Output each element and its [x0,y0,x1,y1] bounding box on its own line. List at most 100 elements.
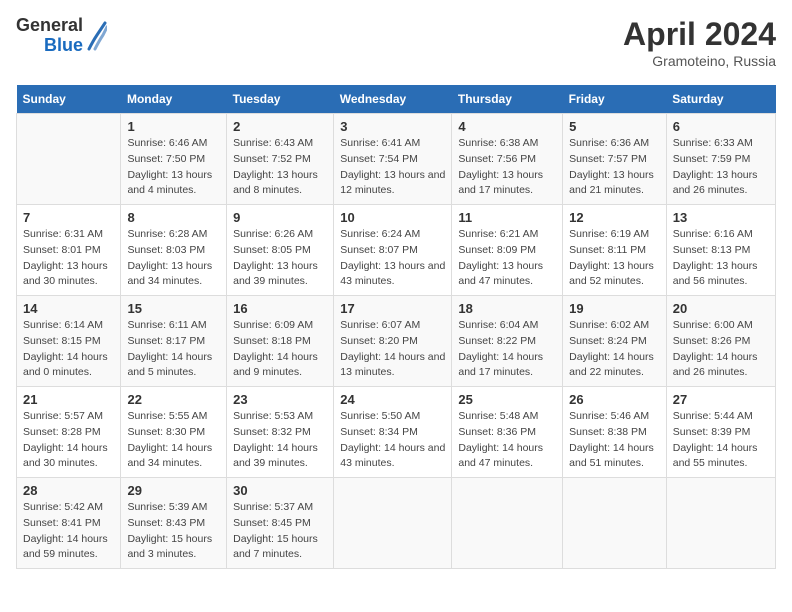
day-number: 7 [23,210,114,225]
day-info: Sunrise: 5:42 AMSunset: 8:41 PMDaylight:… [23,500,114,563]
day-number: 10 [340,210,445,225]
calendar-cell: 18 Sunrise: 6:04 AMSunset: 8:22 PMDayligh… [452,296,563,387]
day-number: 29 [127,483,220,498]
header-friday: Friday [563,85,667,114]
day-info: Sunrise: 5:57 AMSunset: 8:28 PMDaylight:… [23,409,114,472]
calendar-cell: 12Sunrise: 6:19 AMSunset: 8:11 PMDayligh… [563,205,667,296]
header-tuesday: Tuesday [227,85,334,114]
calendar-cell [17,114,121,205]
day-info: Sunrise: 6:07 AMSunset: 8:20 PMDaylight:… [340,318,445,381]
day-number: 14 [23,301,114,316]
day-info: Sunrise: 6:38 AMSunset: 7:56 PMDaylight:… [458,136,556,199]
calendar-cell: 5Sunrise: 6:36 AMSunset: 7:57 PMDaylight… [563,114,667,205]
day-info: Sunrise: 6:28 AMSunset: 8:03 PMDaylight:… [127,227,220,290]
day-info: Sunrise: 6:11 AMSunset: 8:17 PMDaylight:… [127,318,220,381]
day-info: Sunrise: 6:46 AMSunset: 7:50 PMDaylight:… [127,136,220,199]
calendar-cell: 17 Sunrise: 6:07 AMSunset: 8:20 PMDayligh… [334,296,452,387]
header-sunday: Sunday [17,85,121,114]
day-number: 20 [673,301,769,316]
day-info: Sunrise: 6:14 AMSunset: 8:15 PMDaylight:… [23,318,114,381]
day-number: 26 [569,392,660,407]
header-monday: Monday [121,85,227,114]
title-area: April 2024 Gramoteino, Russia [623,16,776,69]
calendar-cell: 10 Sunrise: 6:24 AMSunset: 8:07 PMDayligh… [334,205,452,296]
calendar-cell: 28 Sunrise: 5:42 AMSunset: 8:41 PMDayligh… [17,478,121,569]
weekday-header-row: SundayMondayTuesdayWednesdayThursdayFrid… [17,85,776,114]
calendar-cell: 8 Sunrise: 6:28 AMSunset: 8:03 PMDaylight… [121,205,227,296]
day-info: Sunrise: 6:41 AMSunset: 7:54 PMDaylight:… [340,136,445,199]
day-number: 4 [458,119,556,134]
day-number: 9 [233,210,327,225]
day-info: Sunrise: 5:50 AMSunset: 8:34 PMDaylight:… [340,409,445,472]
calendar-cell: 27 Sunrise: 5:44 AMSunset: 8:39 PMDayligh… [666,387,775,478]
day-info: Sunrise: 6:31 AMSunset: 8:01 PMDaylight:… [23,227,114,290]
logo-wave-icon [85,21,107,51]
calendar-cell [666,478,775,569]
calendar-cell: 20 Sunrise: 6:00 AMSunset: 8:26 PMDayligh… [666,296,775,387]
day-info: Sunrise: 6:19 AMSunset: 8:11 PMDaylight:… [569,227,660,290]
day-number: 1 [127,119,220,134]
calendar-cell: 16 Sunrise: 6:09 AMSunset: 8:18 PMDayligh… [227,296,334,387]
logo-general: General [16,16,83,36]
logo-blue: Blue [44,36,83,56]
day-info: Sunrise: 5:48 AMSunset: 8:36 PMDaylight:… [458,409,556,472]
day-info: Sunrise: 6:02 AMSunset: 8:24 PMDaylight:… [569,318,660,381]
calendar-cell: 25Sunrise: 5:48 AMSunset: 8:36 PMDayligh… [452,387,563,478]
day-number: 11 [458,210,556,225]
calendar-table: SundayMondayTuesdayWednesdayThursdayFrid… [16,85,776,569]
day-info: Sunrise: 6:36 AMSunset: 7:57 PMDaylight:… [569,136,660,199]
day-number: 23 [233,392,327,407]
day-number: 21 [23,392,114,407]
day-info: Sunrise: 6:33 AMSunset: 7:59 PMDaylight:… [673,136,769,199]
day-number: 27 [673,392,769,407]
day-number: 6 [673,119,769,134]
calendar-cell: 22 Sunrise: 5:55 AMSunset: 8:30 PMDayligh… [121,387,227,478]
day-number: 22 [127,392,220,407]
day-number: 30 [233,483,327,498]
day-info: Sunrise: 6:24 AMSunset: 8:07 PMDaylight:… [340,227,445,290]
day-number: 18 [458,301,556,316]
day-number: 16 [233,301,327,316]
calendar-cell: 30Sunrise: 5:37 AMSunset: 8:45 PMDayligh… [227,478,334,569]
day-number: 3 [340,119,445,134]
week-row-3: 14 Sunrise: 6:14 AMSunset: 8:15 PMDayligh… [17,296,776,387]
calendar-cell: 21 Sunrise: 5:57 AMSunset: 8:28 PMDayligh… [17,387,121,478]
calendar-cell: 29 Sunrise: 5:39 AMSunset: 8:43 PMDayligh… [121,478,227,569]
calendar-cell: 7 Sunrise: 6:31 AMSunset: 8:01 PMDaylight… [17,205,121,296]
calendar-cell: 14 Sunrise: 6:14 AMSunset: 8:15 PMDayligh… [17,296,121,387]
calendar-cell: 26 Sunrise: 5:46 AMSunset: 8:38 PMDayligh… [563,387,667,478]
day-number: 2 [233,119,327,134]
day-info: Sunrise: 5:39 AMSunset: 8:43 PMDaylight:… [127,500,220,563]
day-info: Sunrise: 5:55 AMSunset: 8:30 PMDaylight:… [127,409,220,472]
day-info: Sunrise: 6:09 AMSunset: 8:18 PMDaylight:… [233,318,327,381]
calendar-cell: 19Sunrise: 6:02 AMSunset: 8:24 PMDayligh… [563,296,667,387]
calendar-cell: 6 Sunrise: 6:33 AMSunset: 7:59 PMDaylight… [666,114,775,205]
calendar-cell: 23 Sunrise: 5:53 AMSunset: 8:32 PMDayligh… [227,387,334,478]
day-info: Sunrise: 6:26 AMSunset: 8:05 PMDaylight:… [233,227,327,290]
calendar-cell [334,478,452,569]
week-row-1: 1 Sunrise: 6:46 AMSunset: 7:50 PMDaylight… [17,114,776,205]
calendar-cell: 2Sunrise: 6:43 AMSunset: 7:52 PMDaylight… [227,114,334,205]
day-info: Sunrise: 6:00 AMSunset: 8:26 PMDaylight:… [673,318,769,381]
day-number: 28 [23,483,114,498]
day-info: Sunrise: 5:44 AMSunset: 8:39 PMDaylight:… [673,409,769,472]
week-row-5: 28 Sunrise: 5:42 AMSunset: 8:41 PMDayligh… [17,478,776,569]
calendar-cell [563,478,667,569]
day-number: 17 [340,301,445,316]
week-row-4: 21 Sunrise: 5:57 AMSunset: 8:28 PMDayligh… [17,387,776,478]
calendar-subtitle: Gramoteino, Russia [623,53,776,69]
day-info: Sunrise: 6:21 AMSunset: 8:09 PMDaylight:… [458,227,556,290]
day-info: Sunrise: 6:04 AMSunset: 8:22 PMDaylight:… [458,318,556,381]
day-info: Sunrise: 5:46 AMSunset: 8:38 PMDaylight:… [569,409,660,472]
day-number: 13 [673,210,769,225]
calendar-cell: 11 Sunrise: 6:21 AMSunset: 8:09 PMDayligh… [452,205,563,296]
day-number: 8 [127,210,220,225]
day-info: Sunrise: 6:16 AMSunset: 8:13 PMDaylight:… [673,227,769,290]
day-number: 15 [127,301,220,316]
calendar-cell: 1 Sunrise: 6:46 AMSunset: 7:50 PMDaylight… [121,114,227,205]
calendar-cell: 15 Sunrise: 6:11 AMSunset: 8:17 PMDayligh… [121,296,227,387]
calendar-title: April 2024 [623,16,776,53]
day-info: Sunrise: 5:53 AMSunset: 8:32 PMDaylight:… [233,409,327,472]
logo: General Blue [16,16,107,56]
header-wednesday: Wednesday [334,85,452,114]
